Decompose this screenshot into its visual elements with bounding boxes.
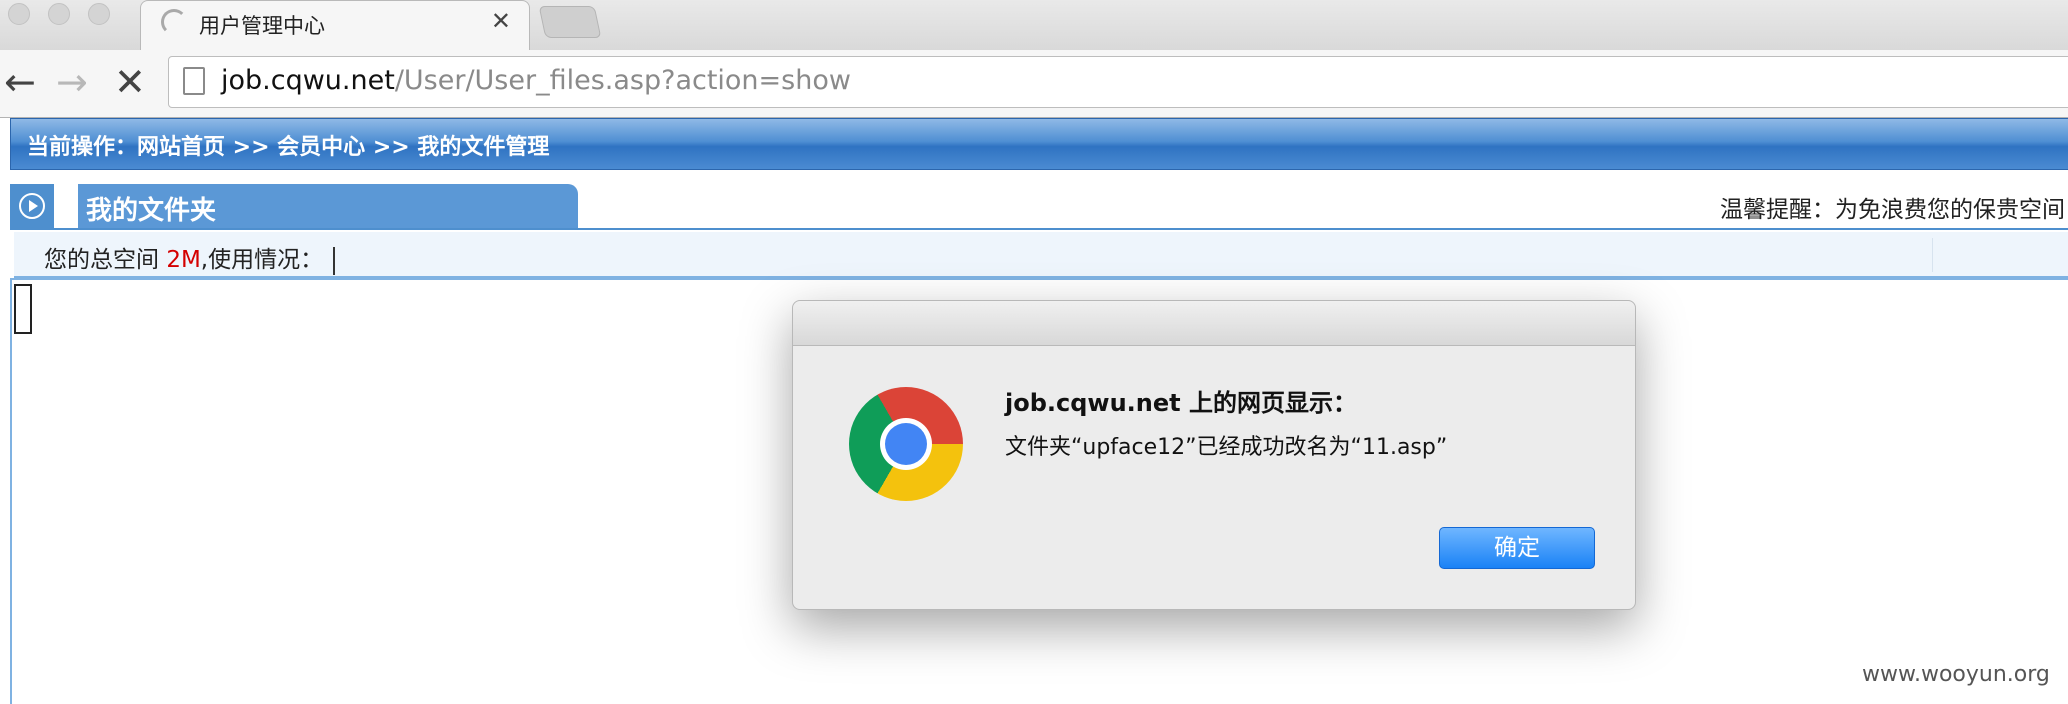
watermark: www.wooyun.org (1862, 662, 2050, 687)
alert-dialog: job.cqwu.net 上的网页显示： 文件夹“upface12”已经成功改名… (792, 300, 1636, 610)
forward-arrow-icon[interactable]: → (56, 60, 88, 104)
usage-total-size: 2M (166, 247, 201, 273)
content-border-left (10, 278, 12, 704)
usage-info: 您的总空间 2M,使用情况： (44, 240, 336, 275)
back-arrow-icon[interactable]: ← (4, 60, 36, 104)
url-text[interactable]: job.cqwu.net/User/User_files.asp?action=… (221, 65, 851, 96)
section-title: 我的文件夹 (86, 196, 217, 226)
ok-button[interactable]: 确定 (1439, 527, 1595, 569)
section-tab: 我的文件夹 (78, 184, 578, 228)
section-divider (10, 228, 2068, 230)
breadcrumb-bar: 当前操作：网站首页 >> 会员中心 >> 我的文件管理 (10, 118, 2068, 170)
dialog-message: 文件夹“upface12”已经成功改名为“11.asp” (1005, 435, 1448, 460)
play-circle-icon (19, 193, 45, 219)
usage-divider (1932, 238, 1933, 272)
usage-progress-bar (333, 246, 336, 275)
tab-title: 用户管理中心 (199, 14, 325, 38)
chrome-logo-core (885, 423, 927, 465)
section-arrow-box (10, 184, 54, 228)
address-bar[interactable]: job.cqwu.net/User/User_files.asp?action=… (168, 56, 2068, 108)
browser-toolbar: ← → ✕ job.cqwu.net/User/User_files.asp?a… (0, 50, 2068, 118)
chrome-logo-icon (849, 387, 963, 501)
section-header: 我的文件夹 温馨提醒：为免浪费您的保贵空间 (10, 184, 2068, 230)
tab-close-icon[interactable]: ✕ (491, 7, 511, 35)
page-icon (183, 67, 205, 95)
tip-text: 温馨提醒：为免浪费您的保贵空间 (1720, 197, 2065, 223)
browser-tab-strip: 用户管理中心 ✕ (0, 0, 2068, 52)
browser-tab[interactable]: 用户管理中心 ✕ (140, 0, 530, 52)
breadcrumb: 当前操作：网站首页 >> 会员中心 >> 我的文件管理 (27, 135, 550, 160)
usage-row: 您的总空间 2M,使用情况： (14, 232, 2068, 278)
url-path: /User/User_files.asp?action=show (394, 65, 851, 96)
new-tab-button[interactable] (538, 6, 602, 38)
stop-loading-icon[interactable]: ✕ (114, 60, 146, 104)
window-minimize-button[interactable] (48, 3, 70, 25)
content-border-top (10, 278, 2068, 280)
window-zoom-button[interactable] (88, 3, 110, 25)
dialog-title: job.cqwu.net 上的网页显示： (1005, 389, 1357, 417)
loading-spinner-icon (161, 9, 187, 35)
usage-prefix: 您的总空间 (44, 247, 167, 273)
empty-frame-box (14, 284, 32, 334)
usage-suffix: ,使用情况： (200, 247, 324, 273)
url-host: job.cqwu.net (221, 65, 395, 96)
window-close-button[interactable] (8, 3, 30, 25)
chrome-logo-ring (880, 418, 932, 470)
dialog-titlebar (793, 301, 1635, 346)
